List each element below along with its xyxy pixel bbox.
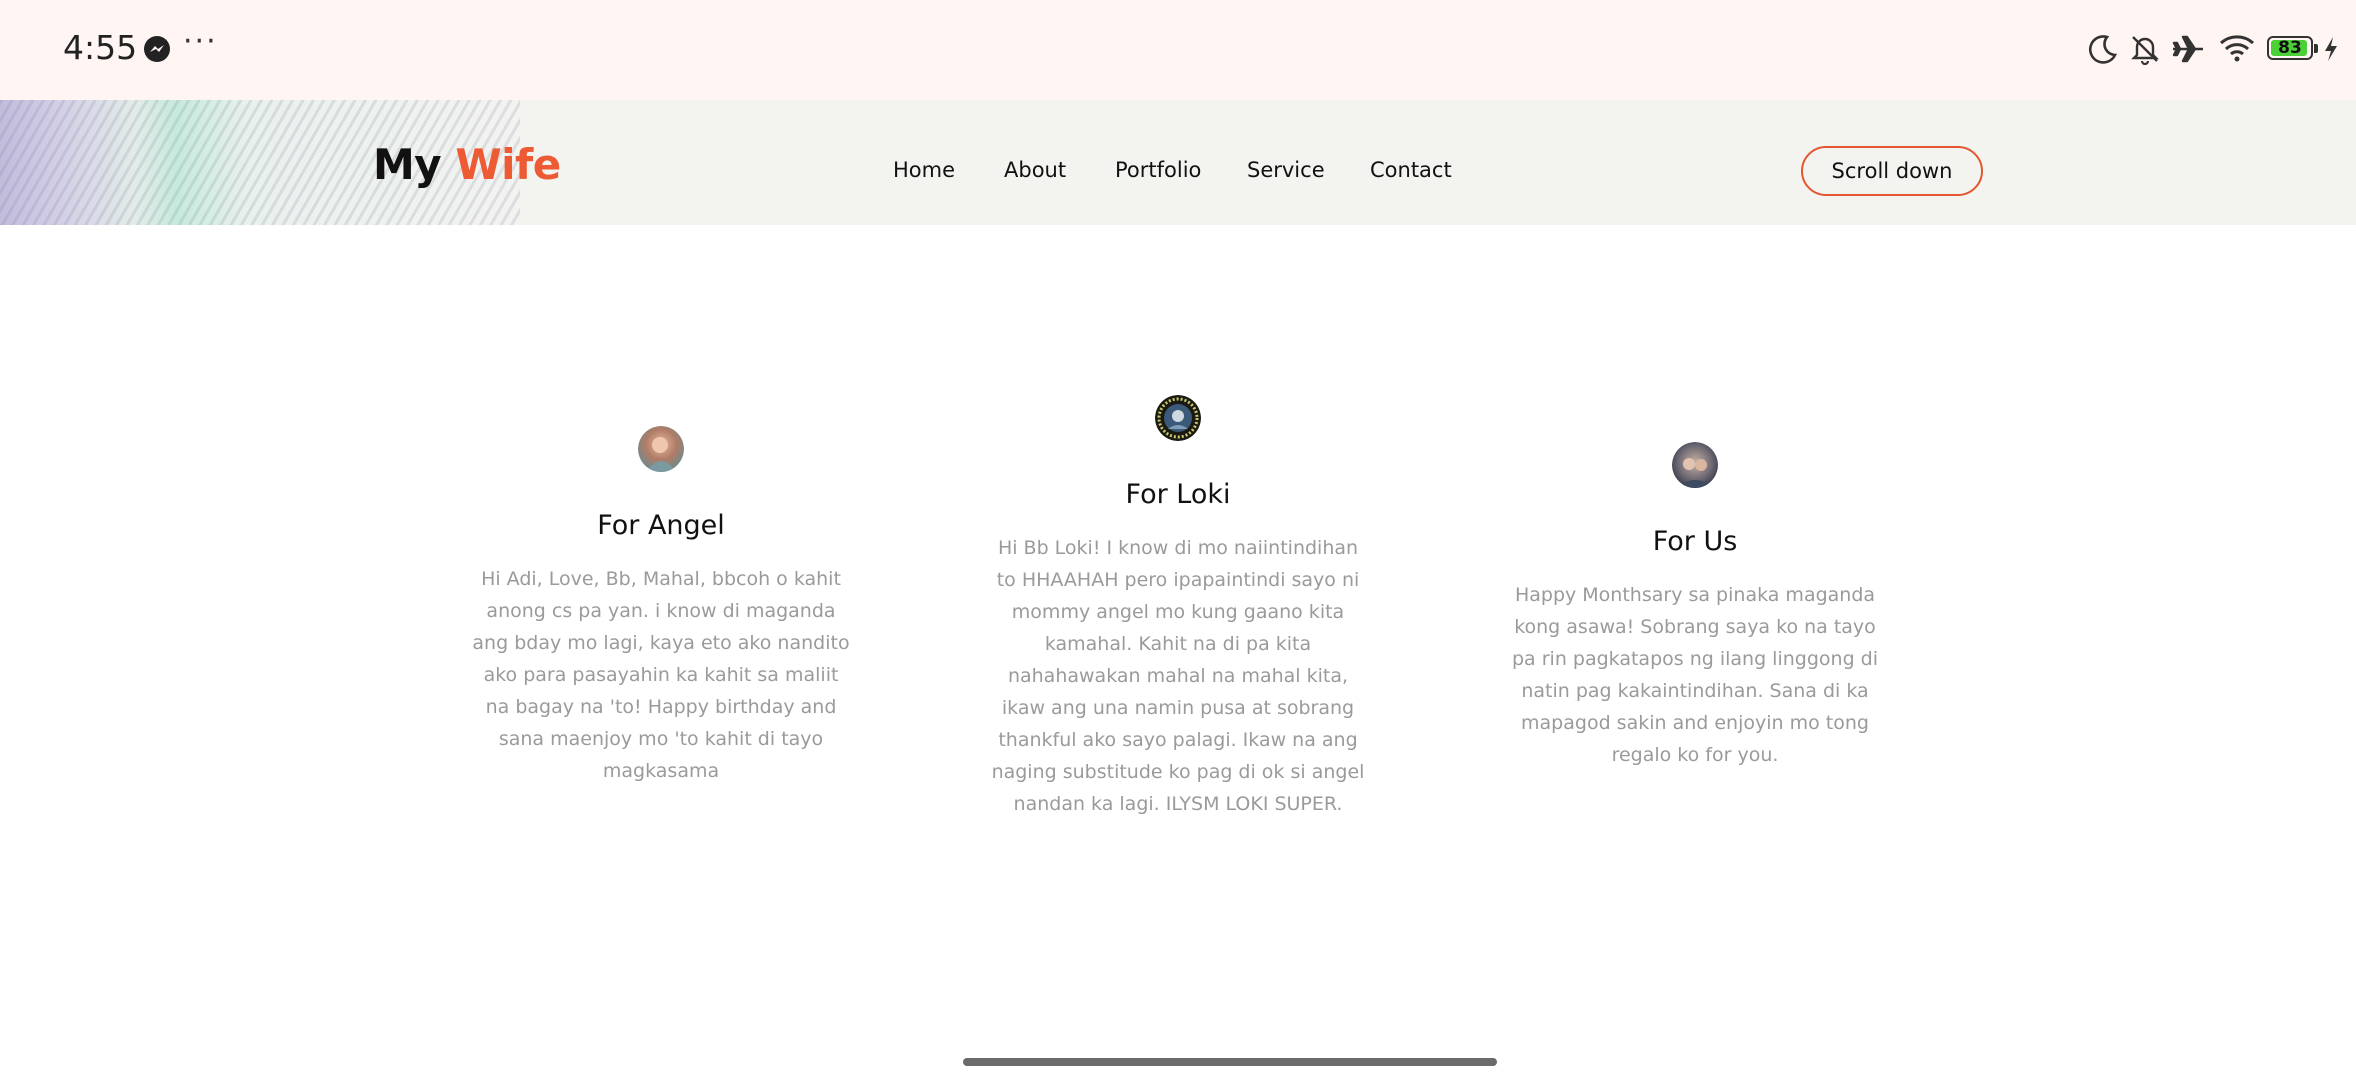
moon-icon (2088, 35, 2118, 64)
battery-cap (2314, 44, 2318, 53)
avatar-loki-image (1155, 395, 1201, 441)
battery-level: 83 (2278, 38, 2302, 58)
avatar (638, 426, 684, 472)
card-text: Hi Bb Loki! I know di mo naiintindihan t… (991, 537, 1365, 815)
nav-portfolio[interactable]: Portfolio (1115, 158, 1201, 182)
messenger-icon (144, 36, 170, 62)
card-title: For Angel (597, 510, 725, 541)
avatar-angel-image (638, 426, 684, 472)
nav-about[interactable]: About (1004, 158, 1066, 182)
card-for-angel: For Angel Hi Adi, Love, Bb, Mahal, bbcoh… (461, 426, 861, 787)
avatar-us-image (1672, 442, 1718, 488)
status-overflow: ··· (183, 24, 218, 59)
status-bar: 4:55 ··· 83 (0, 0, 2356, 100)
nav-home[interactable]: Home (893, 158, 955, 182)
charging-icon (2325, 37, 2337, 61)
status-time: 4:55 (63, 28, 138, 67)
home-indicator[interactable] (963, 1058, 1497, 1066)
nav-contact[interactable]: Contact (1370, 158, 1452, 182)
nav-service[interactable]: Service (1247, 158, 1325, 182)
logo-text-primary: My (373, 140, 442, 189)
site-header: My Wife Home About Portfolio Service Con… (0, 100, 2356, 225)
card-title: For Loki (1125, 479, 1231, 510)
card-text: Happy Monthsary sa pinaka maganda kong a… (1511, 584, 1879, 766)
card-text: Hi Adi, Love, Bb, Mahal, bbcoh o kahit a… (472, 568, 850, 782)
avatar (1672, 442, 1718, 488)
airplane-icon (2172, 35, 2203, 63)
site-logo[interactable]: My Wife (373, 140, 561, 189)
card-for-loki: For Loki Hi Bb Loki! I know di mo naiint… (978, 395, 1378, 820)
card-for-us: For Us Happy Monthsary sa pinaka maganda… (1495, 442, 1895, 771)
battery-icon: 83 (2267, 36, 2313, 60)
wifi-icon (2220, 35, 2254, 62)
avatar (1155, 395, 1201, 441)
card-title: For Us (1652, 526, 1738, 557)
logo-text-accent: Wife (455, 140, 561, 189)
bell-muted-icon (2131, 36, 2159, 65)
scroll-down-button[interactable]: Scroll down (1801, 146, 1983, 196)
